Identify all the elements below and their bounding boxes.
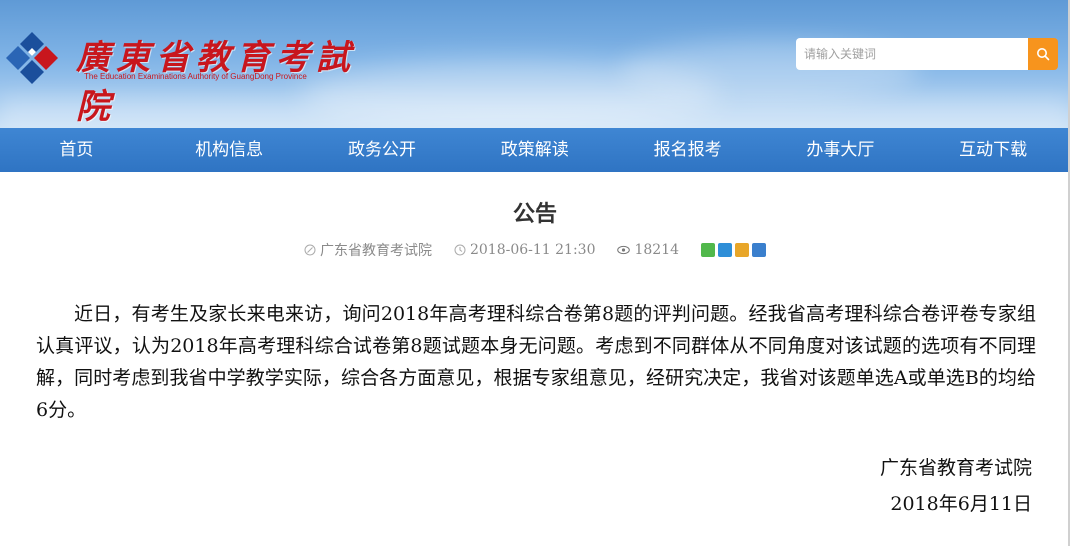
search-bar <box>796 38 1058 70</box>
article-source: 广东省教育考试院 <box>319 243 432 259</box>
main-nav: 首页 机构信息 政务公开 政策解读 报名报考 办事大厅 互动下载 <box>0 128 1070 172</box>
article-views: 18214 <box>634 242 680 258</box>
meta-datetime: 2018-06-11 21:30 <box>454 242 596 258</box>
article-meta: 广东省教育考试院 2018-06-11 21:30 18214 <box>0 240 1070 260</box>
search-input[interactable] <box>796 38 1028 70</box>
article-title: 公告 <box>512 202 557 227</box>
meta-source: 广东省教育考试院 <box>304 240 432 260</box>
nav-item-registration[interactable]: 报名报考 <box>611 128 764 172</box>
article-datetime: 2018-06-11 21:30 <box>469 242 596 258</box>
clock-icon <box>454 244 466 256</box>
logo-diamond-icon <box>6 32 58 84</box>
site-name-en: The Education Examinations Authority of … <box>84 72 307 81</box>
site-header: 廣東省教育考試院 The Education Examinations Auth… <box>0 0 1070 128</box>
weibo-icon[interactable] <box>735 243 750 257</box>
signature-date: 2018年6月11日 <box>890 493 1032 515</box>
more-share-icon[interactable] <box>752 243 767 257</box>
qzone-icon[interactable] <box>718 243 733 257</box>
nav-item-downloads[interactable]: 互动下载 <box>917 128 1070 172</box>
meta-views: 18214 <box>617 242 679 258</box>
source-icon <box>304 244 316 256</box>
search-icon <box>1037 48 1050 61</box>
nav-item-service-hall[interactable]: 办事大厅 <box>764 128 917 172</box>
article-body: 近日，有考生及家长来电来访，询问2018年高考理科综合卷第8题的评判问题。经我省… <box>36 303 1036 421</box>
nav-item-organization[interactable]: 机构信息 <box>153 128 306 172</box>
search-button[interactable] <box>1028 38 1058 70</box>
nav-item-home[interactable]: 首页 <box>0 128 153 172</box>
nav-item-policy[interactable]: 政策解读 <box>458 128 611 172</box>
wechat-icon[interactable] <box>701 243 716 257</box>
site-logo[interactable]: 廣東省教育考試院 The Education Examinations Auth… <box>4 28 364 127</box>
nav-item-public-affairs[interactable]: 政务公开 <box>306 128 459 172</box>
eye-icon <box>617 245 631 255</box>
signature-org: 广东省教育考试院 <box>879 457 1032 479</box>
share-buttons <box>701 243 767 257</box>
article-signature: 广东省教育考试院 2018年6月11日 <box>880 450 1032 522</box>
